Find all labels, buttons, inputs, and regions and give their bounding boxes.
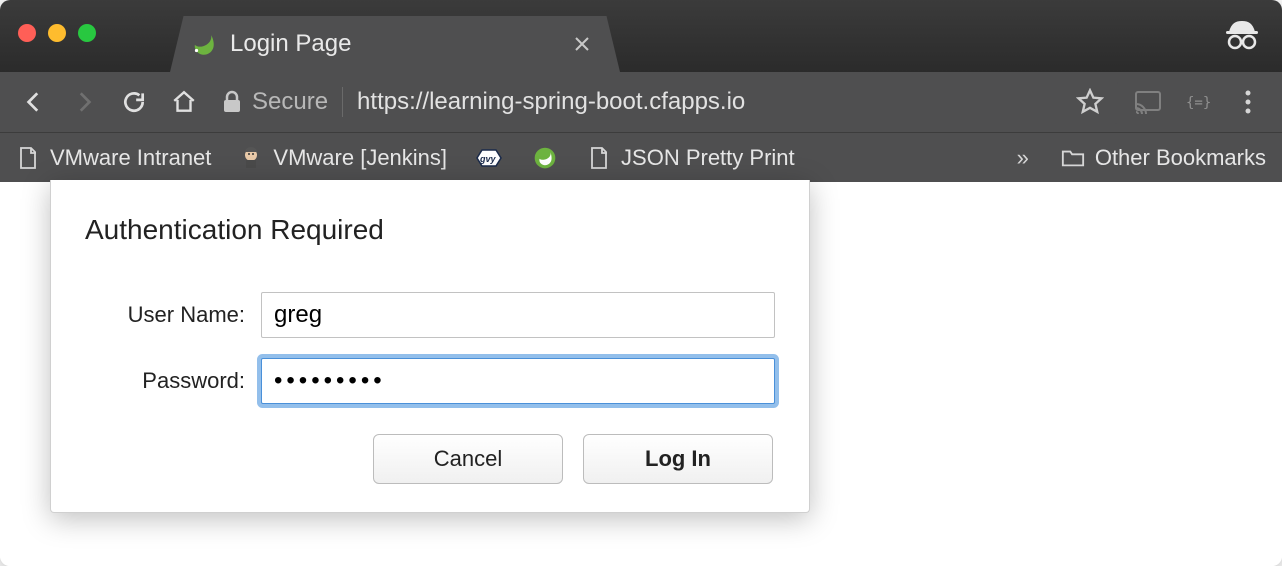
navigation-toolbar: Secure https://learning-spring-boot.cfap… xyxy=(0,72,1282,132)
url-text: https://learning-spring-boot.cfapps.io xyxy=(357,88,1056,116)
back-button[interactable] xyxy=(14,82,54,122)
other-bookmarks-label: Other Bookmarks xyxy=(1095,145,1266,171)
password-row: Password: xyxy=(85,358,775,404)
forward-button[interactable] xyxy=(64,82,104,122)
bookmark-spring[interactable] xyxy=(531,144,559,172)
bookmark-json-pretty[interactable]: JSON Pretty Print xyxy=(587,145,795,171)
jenkins-icon xyxy=(239,146,263,170)
dialog-buttons: Cancel Log In xyxy=(85,434,775,484)
cancel-button[interactable]: Cancel xyxy=(373,434,563,484)
close-window-button[interactable] xyxy=(18,24,36,42)
password-label: Password: xyxy=(85,368,245,394)
home-button[interactable] xyxy=(164,82,204,122)
bookmarks-overflow-icon[interactable]: » xyxy=(1013,145,1033,171)
spring-favicon-icon xyxy=(190,31,216,57)
incognito-icon xyxy=(1222,14,1262,54)
other-bookmarks[interactable]: Other Bookmarks xyxy=(1061,145,1266,171)
browser-tab[interactable]: Login Page xyxy=(170,16,620,72)
groovy-icon: gvy xyxy=(475,144,503,172)
username-label: User Name: xyxy=(85,302,245,328)
folder-icon xyxy=(1061,146,1085,170)
window-controls xyxy=(18,24,96,42)
omnibox-divider xyxy=(342,87,343,117)
zoom-window-button[interactable] xyxy=(78,24,96,42)
minimize-window-button[interactable] xyxy=(48,24,66,42)
login-button[interactable]: Log In xyxy=(583,434,773,484)
browser-window: Login Page xyxy=(0,0,1282,566)
secure-label: Secure xyxy=(252,88,328,116)
username-input[interactable] xyxy=(261,292,775,338)
password-input[interactable] xyxy=(261,358,775,404)
bookmark-star-icon[interactable] xyxy=(1070,82,1110,122)
bookmark-label: JSON Pretty Print xyxy=(621,145,795,171)
page-content: Authentication Required User Name: Passw… xyxy=(0,182,1282,566)
auth-title: Authentication Required xyxy=(85,214,775,246)
extension-icon[interactable]: {=} xyxy=(1178,82,1218,122)
bookmark-label: VMware [Jenkins] xyxy=(273,145,447,171)
bookmark-groovy[interactable]: gvy xyxy=(475,144,503,172)
close-tab-icon[interactable] xyxy=(564,36,600,52)
spring-icon xyxy=(531,144,559,172)
bookmark-vmware-intranet[interactable]: VMware Intranet xyxy=(16,145,211,171)
cast-icon[interactable] xyxy=(1128,82,1168,122)
menu-button[interactable] xyxy=(1228,82,1268,122)
security-indicator[interactable]: Secure xyxy=(222,88,328,116)
titlebar: Login Page xyxy=(0,0,1282,72)
bookmarks-bar: VMware Intranet VMware [Jenkins] gvy JSO… xyxy=(0,132,1282,182)
page-icon xyxy=(587,146,611,170)
tab-title: Login Page xyxy=(230,30,554,58)
username-row: User Name: xyxy=(85,292,775,338)
svg-text:{=}: {=} xyxy=(1186,95,1211,111)
bookmark-vmware-jenkins[interactable]: VMware [Jenkins] xyxy=(239,145,447,171)
reload-button[interactable] xyxy=(114,82,154,122)
page-icon xyxy=(16,146,40,170)
auth-dialog: Authentication Required User Name: Passw… xyxy=(50,180,810,513)
bookmark-label: VMware Intranet xyxy=(50,145,211,171)
svg-text:gvy: gvy xyxy=(479,154,497,164)
lock-icon xyxy=(222,90,242,114)
address-bar[interactable]: Secure https://learning-spring-boot.cfap… xyxy=(214,80,1118,124)
